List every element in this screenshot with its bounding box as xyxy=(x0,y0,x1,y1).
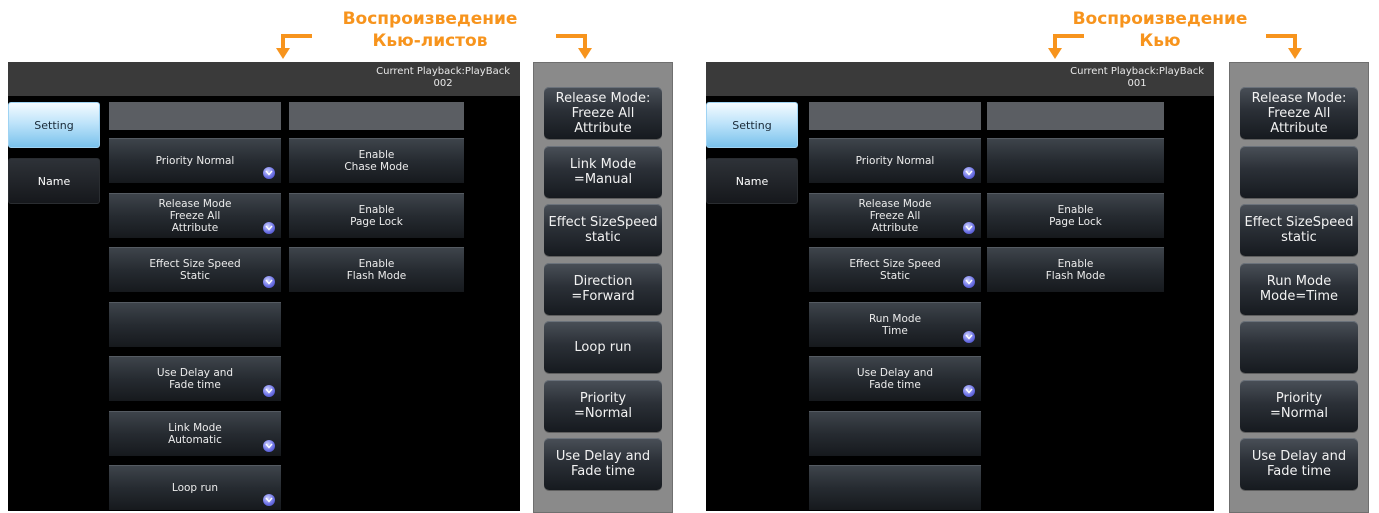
setting-button-label: Release Mode Freeze All Attribute xyxy=(158,197,232,234)
setting-button[interactable]: Link Mode Automatic xyxy=(109,410,281,456)
current-playback-label: Current Playback:PlayBack 001 xyxy=(1070,66,1204,89)
tab-name[interactable]: Name xyxy=(8,158,100,204)
tab-name[interactable]: Name xyxy=(706,158,798,204)
arrow-to-panel-icon xyxy=(1266,34,1302,59)
column-header xyxy=(289,102,464,130)
softkey-button[interactable]: Loop run xyxy=(544,321,662,373)
softkey-button[interactable]: Use Delay and Fade time xyxy=(544,438,662,490)
chevron-down-icon xyxy=(963,167,975,179)
setting-button-label: Use Delay and Fade time xyxy=(856,367,934,391)
arrow-to-screen-icon xyxy=(276,34,312,59)
setting-button[interactable]: Use Delay and Fade time xyxy=(809,356,981,401)
setting-button[interactable]: Enable Flash Mode xyxy=(289,247,464,292)
softkey-button[interactable]: Effect SizeSpeed static xyxy=(1240,204,1358,256)
tab-label: Setting xyxy=(34,118,74,132)
column-header xyxy=(109,102,281,130)
softkey-button[interactable]: Priority =Normal xyxy=(1240,379,1358,432)
setting-button[interactable] xyxy=(809,465,981,510)
chevron-down-icon xyxy=(263,494,275,506)
setting-button[interactable]: Enable Page Lock xyxy=(987,192,1164,238)
softkey-button[interactable] xyxy=(1240,321,1358,373)
left-annotation-title: Воспроизведение Кью-листов xyxy=(342,9,518,51)
chevron-down-icon xyxy=(963,221,975,234)
chevron-down-icon xyxy=(263,385,275,397)
top-bar: Current Playback:PlayBack 002 xyxy=(8,62,520,96)
setting-button-label: Effect Size Speed Static xyxy=(149,258,241,282)
softkey-button[interactable]: Effect SizeSpeed static xyxy=(544,204,662,256)
setting-button-label: Enable Page Lock xyxy=(350,203,403,228)
setting-button[interactable]: Priority Normal xyxy=(109,138,281,183)
setting-button[interactable]: Release Mode Freeze All Attribute xyxy=(109,192,281,238)
chevron-down-icon xyxy=(963,276,975,288)
softkey-button[interactable]: Run Mode Mode=Time xyxy=(1240,262,1358,315)
left-playback-screen: Current Playback:PlayBack 002 Setting Na… xyxy=(8,62,520,511)
setting-button[interactable]: Use Delay and Fade time xyxy=(109,356,281,401)
setting-button[interactable]: Run Mode Time xyxy=(809,301,981,347)
tab-label: Name xyxy=(37,174,71,188)
setting-button-label: Link Mode Automatic xyxy=(168,421,222,446)
setting-button[interactable]: Enable Page Lock xyxy=(289,192,464,238)
chevron-down-icon xyxy=(963,330,975,343)
setting-button-label: Loop run xyxy=(171,482,219,494)
softkey-button[interactable]: Priority =Normal xyxy=(544,379,662,432)
setting-button-label: Enable Flash Mode xyxy=(346,258,407,282)
setting-button[interactable]: Release Mode Freeze All Attribute xyxy=(809,192,981,238)
setting-button-label: Enable Flash Mode xyxy=(1045,258,1106,282)
right-softkey-panel: Release Mode: Freeze All Attribute Effect… xyxy=(1229,62,1369,513)
setting-button[interactable] xyxy=(109,301,281,347)
tab-label: Setting xyxy=(732,118,772,132)
setting-button-label: Priority Normal xyxy=(155,155,235,167)
softkey-button[interactable]: Use Delay and Fade time xyxy=(1240,438,1358,490)
chevron-down-icon xyxy=(263,276,275,288)
setting-button-label: Release Mode Freeze All Attribute xyxy=(858,197,932,234)
tab-setting[interactable]: Setting xyxy=(8,102,100,148)
setting-button-label: Priority Normal xyxy=(855,155,935,167)
tab-setting[interactable]: Setting xyxy=(706,102,798,148)
right-playback-screen: Current Playback:PlayBack 001 Setting Na… xyxy=(706,62,1214,511)
chevron-down-icon xyxy=(263,439,275,452)
setting-button[interactable]: Priority Normal xyxy=(809,138,981,183)
softkey-button[interactable]: Link Mode =Manual xyxy=(544,145,662,198)
arrow-to-panel-icon xyxy=(556,34,592,59)
column-header xyxy=(987,102,1164,130)
setting-button-label: Enable Page Lock xyxy=(1049,203,1102,228)
softkey-button[interactable] xyxy=(1240,145,1358,198)
setting-button-label: Effect Size Speed Static xyxy=(849,258,941,282)
softkey-button[interactable]: Release Mode: Freeze All Attribute xyxy=(1240,87,1358,139)
softkey-button[interactable]: Release Mode: Freeze All Attribute xyxy=(544,87,662,139)
setting-button-label: Run Mode Time xyxy=(868,312,922,337)
setting-button-label: Enable Chase Mode xyxy=(344,149,409,173)
top-bar: Current Playback:PlayBack 001 xyxy=(706,62,1214,96)
chevron-down-icon xyxy=(963,385,975,397)
softkey-button[interactable]: Direction =Forward xyxy=(544,262,662,315)
setting-button[interactable]: Loop run xyxy=(109,465,281,510)
setting-button[interactable]: Effect Size Speed Static xyxy=(109,247,281,292)
right-annotation-title: Воспроизведение Кью xyxy=(1072,9,1248,51)
setting-button[interactable]: Enable Flash Mode xyxy=(987,247,1164,292)
setting-button-label: Use Delay and Fade time xyxy=(156,367,234,391)
chevron-down-icon xyxy=(263,221,275,234)
setting-button[interactable]: Effect Size Speed Static xyxy=(809,247,981,292)
setting-button[interactable] xyxy=(809,410,981,456)
arrow-to-screen-icon xyxy=(1048,34,1084,59)
chevron-down-icon xyxy=(263,167,275,179)
setting-button[interactable] xyxy=(987,138,1164,183)
setting-button[interactable]: Enable Chase Mode xyxy=(289,138,464,183)
tab-label: Name xyxy=(735,174,769,188)
current-playback-label: Current Playback:PlayBack 002 xyxy=(376,66,510,89)
left-softkey-panel: Release Mode: Freeze All Attribute Link M… xyxy=(533,62,673,513)
column-header xyxy=(809,102,981,130)
